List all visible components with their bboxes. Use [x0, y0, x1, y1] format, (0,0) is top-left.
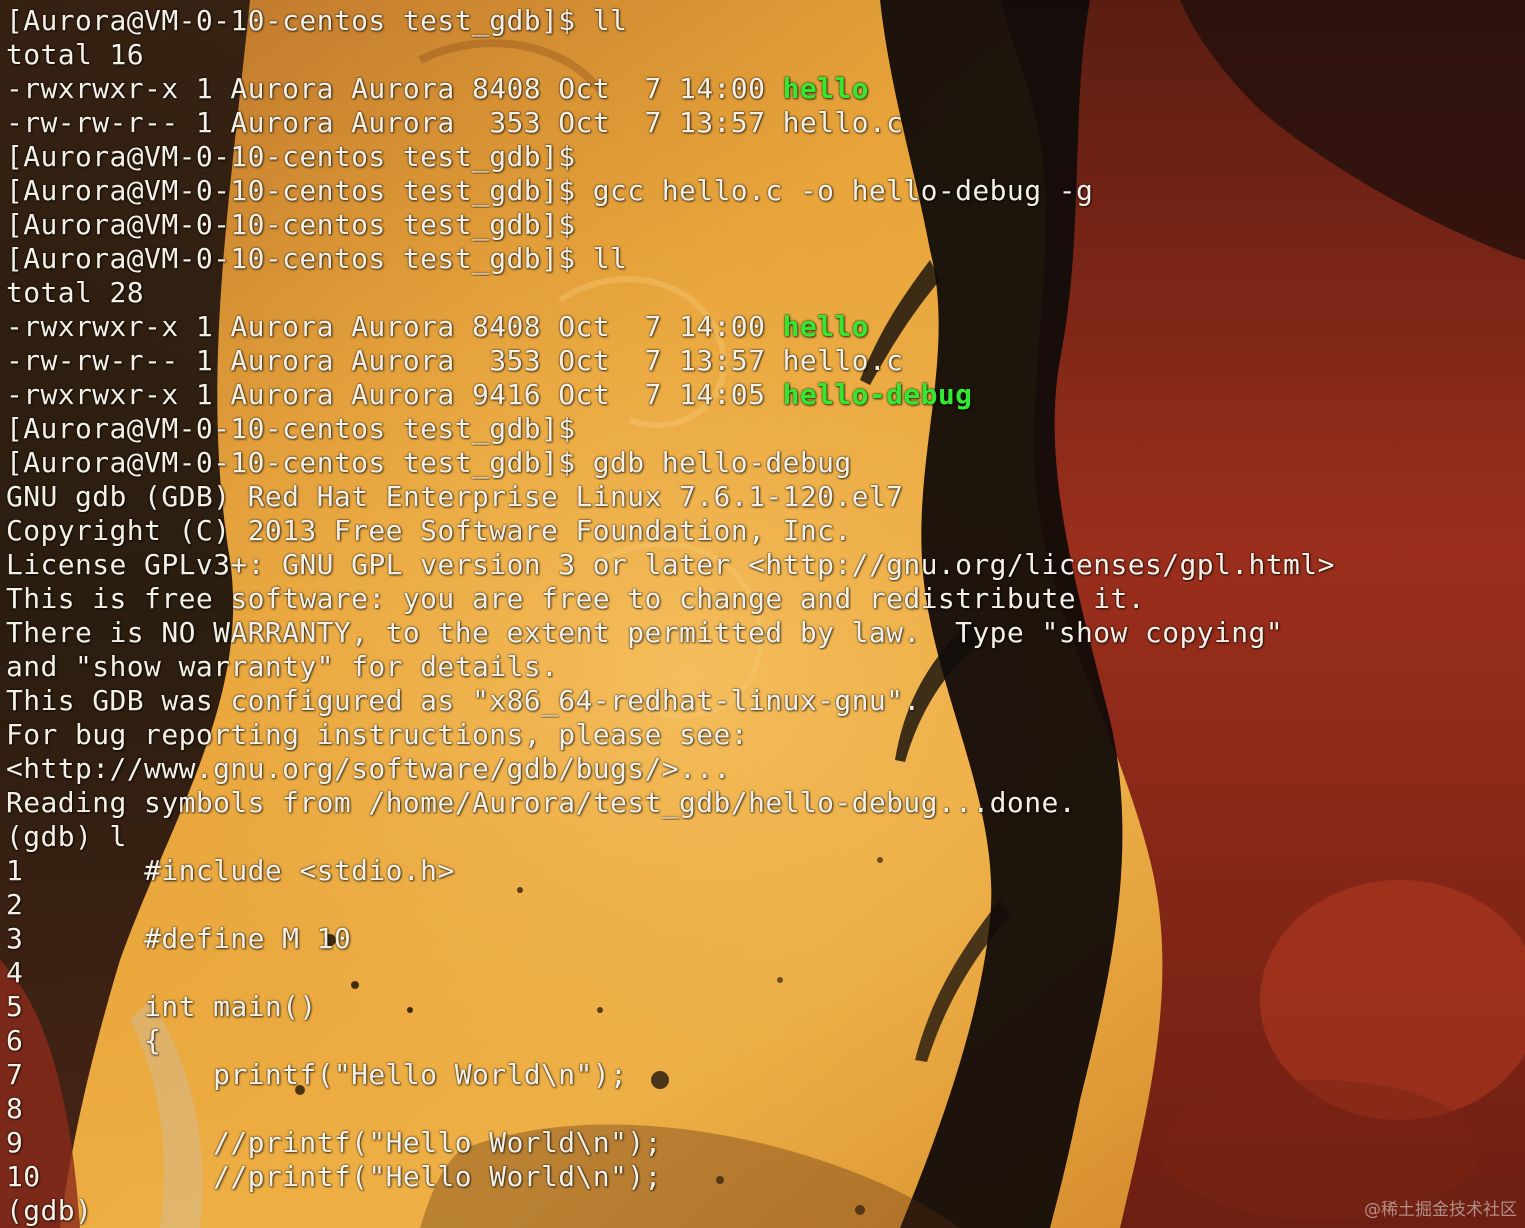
terminal-line-text: Copyright (C) 2013 Free Software Foundat…	[6, 514, 852, 547]
terminal-line: [Aurora@VM-0-10-centos test_gdb]$ ll	[6, 242, 1516, 276]
terminal-line: 5 int main()	[6, 990, 1516, 1024]
terminal-line: For bug reporting instructions, please s…	[6, 718, 1516, 752]
terminal-line-text: 5 int main()	[6, 990, 317, 1023]
terminal-line-text: Reading symbols from /home/Aurora/test_g…	[6, 786, 1076, 819]
terminal-line-text: There is NO WARRANTY, to the extent perm…	[6, 616, 1284, 649]
terminal-line: 8	[6, 1092, 1516, 1126]
terminal-line-text: -rwxrwxr-x 1 Aurora Aurora 8408 Oct 7 14…	[6, 72, 783, 105]
terminal-line-text: -rwxrwxr-x 1 Aurora Aurora 9416 Oct 7 14…	[6, 378, 783, 411]
terminal-line: [Aurora@VM-0-10-centos test_gdb]$	[6, 412, 1516, 446]
terminal-line-text: -rw-rw-r-- 1 Aurora Aurora 353 Oct 7 13:…	[6, 344, 904, 377]
terminal-line: 6 {	[6, 1024, 1516, 1058]
terminal-line-text: total 16	[6, 38, 145, 71]
terminal-line-text: [Aurora@VM-0-10-centos test_gdb]$ gdb he…	[6, 446, 852, 479]
terminal-line: -rwxrwxr-x 1 Aurora Aurora 8408 Oct 7 14…	[6, 72, 1516, 106]
terminal-line: -rwxrwxr-x 1 Aurora Aurora 9416 Oct 7 14…	[6, 378, 1516, 412]
terminal-line: -rw-rw-r-- 1 Aurora Aurora 353 Oct 7 13:…	[6, 106, 1516, 140]
terminal-line-text: 4	[6, 956, 24, 989]
terminal-line: Copyright (C) 2013 Free Software Foundat…	[6, 514, 1516, 548]
terminal-line-text: License GPLv3+: GNU GPL version 3 or lat…	[6, 548, 1335, 581]
executable-filename: hello	[782, 72, 869, 105]
terminal-line-text: 6 {	[6, 1024, 162, 1057]
terminal-line: total 16	[6, 38, 1516, 72]
terminal-line: [Aurora@VM-0-10-centos test_gdb]$ gcc he…	[6, 174, 1516, 208]
terminal-line: 2	[6, 888, 1516, 922]
terminal-line-text: [Aurora@VM-0-10-centos test_gdb]$	[6, 412, 576, 445]
terminal-line-text: (gdb)	[6, 1194, 110, 1227]
terminal-line: and "show warranty" for details.	[6, 650, 1516, 684]
terminal-line: This is free software: you are free to c…	[6, 582, 1516, 616]
terminal-line-text: This GDB was configured as "x86_64-redha…	[6, 684, 921, 717]
terminal-line: 7 printf("Hello World\n");	[6, 1058, 1516, 1092]
terminal-line-text: -rw-rw-r-- 1 Aurora Aurora 353 Oct 7 13:…	[6, 106, 904, 139]
terminal-line-text: 9 //printf("Hello World\n");	[6, 1126, 662, 1159]
terminal-line-text: [Aurora@VM-0-10-centos test_gdb]$	[6, 140, 576, 173]
terminal-line-text: 7 printf("Hello World\n");	[6, 1058, 628, 1091]
terminal-line-text: (gdb) l	[6, 820, 127, 853]
terminal-line: 4	[6, 956, 1516, 990]
terminal-line-text: GNU gdb (GDB) Red Hat Enterprise Linux 7…	[6, 480, 904, 513]
terminal-line: -rwxrwxr-x 1 Aurora Aurora 8408 Oct 7 14…	[6, 310, 1516, 344]
terminal-line-text: <http://www.gnu.org/software/gdb/bugs/>.…	[6, 752, 731, 785]
terminal-line-text: -rwxrwxr-x 1 Aurora Aurora 8408 Oct 7 14…	[6, 310, 783, 343]
terminal-line-text: 10 //printf("Hello World\n");	[6, 1160, 662, 1193]
terminal-line-text: 2	[6, 888, 24, 921]
terminal-line: (gdb)	[6, 1194, 1516, 1228]
terminal-line: There is NO WARRANTY, to the extent perm…	[6, 616, 1516, 650]
terminal-line: total 28	[6, 276, 1516, 310]
terminal-line: Reading symbols from /home/Aurora/test_g…	[6, 786, 1516, 820]
terminal-line: 9 //printf("Hello World\n");	[6, 1126, 1516, 1160]
terminal-line: -rw-rw-r-- 1 Aurora Aurora 353 Oct 7 13:…	[6, 344, 1516, 378]
terminal-output[interactable]: [Aurora@VM-0-10-centos test_gdb]$ ll tota…	[6, 4, 1516, 1228]
terminal-line: 10 //printf("Hello World\n");	[6, 1160, 1516, 1194]
terminal-line-text: [Aurora@VM-0-10-centos test_gdb]$	[6, 208, 576, 241]
terminal-line: [Aurora@VM-0-10-centos test_gdb]$	[6, 140, 1516, 174]
terminal-line: 3 #define M 10	[6, 922, 1516, 956]
terminal-line: 1 #include <stdio.h>	[6, 854, 1516, 888]
terminal-line-text: [Aurora@VM-0-10-centos test_gdb]$ ll	[6, 242, 628, 275]
terminal-line-text: and "show warranty" for details.	[6, 650, 559, 683]
terminal-line-text: 3 #define M 10	[6, 922, 352, 955]
terminal-line-text: [Aurora@VM-0-10-centos test_gdb]$ gcc he…	[6, 174, 1094, 207]
terminal-line-text: For bug reporting instructions, please s…	[6, 718, 749, 751]
terminal-line-text: 8	[6, 1092, 24, 1125]
terminal-line: GNU gdb (GDB) Red Hat Enterprise Linux 7…	[6, 480, 1516, 514]
terminal-line: [Aurora@VM-0-10-centos test_gdb]$ gdb he…	[6, 446, 1516, 480]
terminal-line: [Aurora@VM-0-10-centos test_gdb]$	[6, 208, 1516, 242]
terminal-line-text: [Aurora@VM-0-10-centos test_gdb]$ ll	[6, 4, 628, 37]
terminal-line: <http://www.gnu.org/software/gdb/bugs/>.…	[6, 752, 1516, 786]
terminal-line: License GPLv3+: GNU GPL version 3 or lat…	[6, 548, 1516, 582]
terminal-line-text: This is free software: you are free to c…	[6, 582, 1145, 615]
executable-filename: hello	[782, 310, 869, 343]
terminal-line: This GDB was configured as "x86_64-redha…	[6, 684, 1516, 718]
terminal-line: (gdb) l	[6, 820, 1516, 854]
watermark-text: @稀土掘金技术社区	[1364, 1200, 1517, 1220]
terminal-line-text: total 28	[6, 276, 145, 309]
terminal-line-text: 1 #include <stdio.h>	[6, 854, 455, 887]
terminal-line: [Aurora@VM-0-10-centos test_gdb]$ ll	[6, 4, 1516, 38]
executable-filename: hello-debug	[782, 378, 973, 411]
